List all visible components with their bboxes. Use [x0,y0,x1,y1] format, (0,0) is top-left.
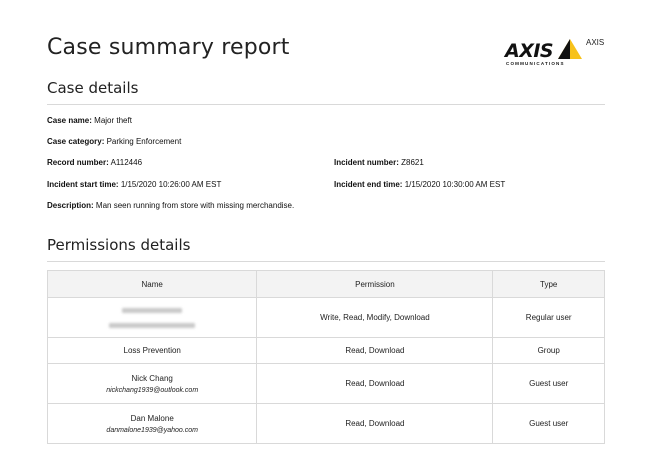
incident-start-field: Incident start time: 1/15/2020 10:26:00 … [47,180,221,189]
incident-end-value: 1/15/2020 10:30:00 AM EST [404,180,506,189]
row-type-cell: Guest user [492,403,605,444]
user-name: Dan Malone [130,413,174,423]
logo-side-text: AXIS [586,38,605,47]
case-category-value: Parking Enforcement [106,137,182,146]
row-permission-cell: Read, Download [256,337,494,364]
row-name-cell: Loss Prevention [46,337,258,364]
column-header-name: Name [46,270,258,298]
logo-subtitle: COMMUNICATIONS [506,61,565,66]
incident-number-value: Z8621 [401,158,424,167]
user-email: nickchang1939@outlook.com [106,386,199,394]
user-email: danmalone1939@yahoo.com [106,426,198,434]
incident-start-label: Incident start time: [47,180,119,189]
row-type-cell: Group [492,337,605,364]
axis-logo: AXIS COMMUNICATIONS [505,36,585,70]
row-permission-cell: Write, Read, Modify, Download [256,297,494,338]
table-row: Nick Chang nickchang1939@outlook.com Rea… [46,363,605,404]
row-type-cell: Regular user [492,297,605,338]
row-permission-cell: Read, Download [256,363,494,404]
case-name-field: Case name: Major theft [47,116,132,125]
redacted-name [109,306,196,330]
record-number-field: Record number: A112446 [47,158,142,167]
permissions-table: Name Permission Type Write, Read, Modify… [46,270,605,444]
incident-end-field: Incident end time: 1/15/2020 10:30:00 AM… [334,180,505,189]
row-name-cell: Dan Malone danmalone1939@yahoo.com [46,403,258,444]
incident-start-value: 1/15/2020 10:26:00 AM EST [120,180,222,189]
incident-end-label: Incident end time: [334,180,403,189]
row-permission-cell: Read, Download [256,403,494,444]
row-type-cell: Guest user [492,363,605,404]
permissions-divider [47,261,605,262]
case-name-value: Major theft [94,116,132,125]
permissions-heading: Permissions details [47,236,191,254]
user-name: Nick Chang [131,373,173,383]
case-category-label: Case category: [47,137,105,146]
case-details-heading: Case details [47,79,139,97]
incident-number-field: Incident number: Z8621 [334,158,424,167]
table-row: Write, Read, Modify, Download Regular us… [46,297,605,338]
record-number-label: Record number: [47,158,109,167]
table-row: Dan Malone danmalone1939@yahoo.com Read,… [46,403,605,444]
table-header-row: Name Permission Type [46,270,605,298]
description-label: Description: [47,201,94,210]
row-name-cell: Nick Chang nickchang1939@outlook.com [46,363,258,404]
logo-wordmark: AXIS [505,40,554,62]
column-header-permission: Permission [256,270,494,298]
report-title: Case summary report [47,35,290,60]
column-header-type: Type [492,270,605,298]
row-name-cell [46,297,258,338]
case-details-divider [47,104,605,105]
case-name-label: Case name: [47,116,92,125]
record-number-value: A112446 [110,158,143,167]
logo-triangle-icon [558,39,582,59]
incident-number-label: Incident number: [334,158,399,167]
case-category-field: Case category: Parking Enforcement [47,137,181,146]
description-field: Description: Man seen running from store… [47,201,294,210]
description-value: Man seen running from store with missing… [95,201,295,210]
table-row: Loss Prevention Read, Download Group [46,337,605,364]
